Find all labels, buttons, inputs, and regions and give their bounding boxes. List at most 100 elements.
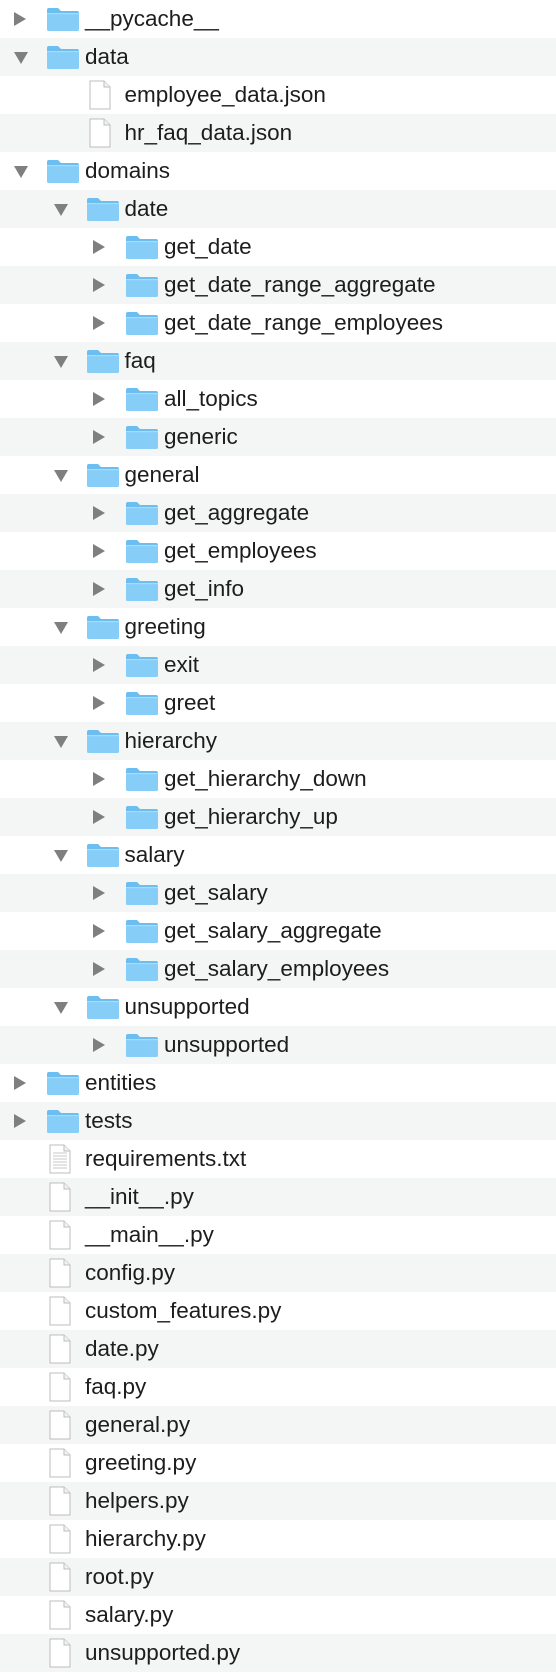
disclosure-triangle-expanded-icon[interactable] bbox=[53, 470, 68, 482]
folder-icon bbox=[125, 500, 159, 526]
disclosure-triangle-collapsed-icon[interactable] bbox=[14, 12, 26, 26]
folder-row-generic[interactable]: generic bbox=[0, 418, 556, 456]
file-row-employee-data-json[interactable]: employee_data.json bbox=[0, 76, 556, 114]
folder-row-hierarchy[interactable]: hierarchy bbox=[0, 722, 556, 760]
disclosure-triangle-collapsed-icon[interactable] bbox=[93, 430, 105, 444]
disclosure-triangle-collapsed-icon[interactable] bbox=[93, 1038, 105, 1052]
folder-row-all-topics[interactable]: all_topics bbox=[0, 380, 556, 418]
item-label: greet bbox=[164, 690, 216, 715]
disclosure-triangle-expanded-icon[interactable] bbox=[53, 850, 68, 862]
folder-row-date[interactable]: date bbox=[0, 190, 556, 228]
item-label: unsupported bbox=[164, 1032, 290, 1057]
file-row-config-py[interactable]: config.py bbox=[0, 1254, 556, 1292]
folder-icon bbox=[86, 614, 120, 640]
file-row-hierarchy-py[interactable]: hierarchy.py bbox=[0, 1520, 556, 1558]
folder-row-get-date-range-aggregate[interactable]: get_date_range_aggregate bbox=[0, 266, 556, 304]
folder-icon bbox=[125, 538, 159, 564]
file-row-root-py[interactable]: root.py bbox=[0, 1558, 556, 1596]
item-label: hierarchy bbox=[124, 728, 218, 753]
folder-row-get-salary-employees[interactable]: get_salary_employees bbox=[0, 950, 556, 988]
folder-row-get-date[interactable]: get_date bbox=[0, 228, 556, 266]
item-label: get_hierarchy_up bbox=[164, 804, 338, 829]
folder-icon bbox=[46, 158, 80, 184]
disclosure-triangle-collapsed-icon[interactable] bbox=[93, 316, 105, 330]
document-icon bbox=[42, 1410, 76, 1440]
file-row-salary-py[interactable]: salary.py bbox=[0, 1596, 556, 1634]
folder-row-get-employees[interactable]: get_employees bbox=[0, 532, 556, 570]
folder-row-tests[interactable]: tests bbox=[0, 1102, 556, 1140]
disclosure-triangle-expanded-icon[interactable] bbox=[53, 204, 68, 216]
disclosure-triangle-collapsed-icon[interactable] bbox=[93, 924, 105, 938]
document-icon bbox=[42, 1448, 76, 1478]
disclosure-triangle-collapsed-icon[interactable] bbox=[93, 886, 105, 900]
folder-row-unsupported[interactable]: unsupported bbox=[0, 988, 556, 1026]
file-row-custom-features-py[interactable]: custom_features.py bbox=[0, 1292, 556, 1330]
item-label: all_topics bbox=[164, 386, 258, 411]
document-icon bbox=[42, 1638, 76, 1668]
disclosure-triangle-collapsed-icon[interactable] bbox=[14, 1076, 26, 1090]
folder-row-greet[interactable]: greet bbox=[0, 684, 556, 722]
folder-row-domains[interactable]: domains bbox=[0, 152, 556, 190]
folder-row-get-date-range-employees[interactable]: get_date_range_employees bbox=[0, 304, 556, 342]
disclosure-triangle-expanded-icon[interactable] bbox=[53, 1002, 68, 1014]
folder-row-get-info[interactable]: get_info bbox=[0, 570, 556, 608]
item-label: tests bbox=[85, 1108, 133, 1133]
file-row-unsupported-py[interactable]: unsupported.py bbox=[0, 1634, 556, 1672]
item-label: get_salary_aggregate bbox=[164, 918, 382, 943]
file-row-main-py[interactable]: __main__.py bbox=[0, 1216, 556, 1254]
folder-row-get-hierarchy-down[interactable]: get_hierarchy_down bbox=[0, 760, 556, 798]
file-row-hr-faq-data-json[interactable]: hr_faq_data.json bbox=[0, 114, 556, 152]
file-row-greeting-py[interactable]: greeting.py bbox=[0, 1444, 556, 1482]
folder-icon bbox=[86, 842, 120, 868]
document-icon bbox=[42, 1296, 76, 1326]
folder-row-unsupported[interactable]: unsupported bbox=[0, 1026, 556, 1064]
item-label: __init__.py bbox=[85, 1184, 194, 1209]
file-row-date-py[interactable]: date.py bbox=[0, 1330, 556, 1368]
disclosure-triangle-collapsed-icon[interactable] bbox=[93, 544, 105, 558]
disclosure-triangle-expanded-icon[interactable] bbox=[53, 622, 68, 634]
folder-row-faq[interactable]: faq bbox=[0, 342, 556, 380]
folder-row-general[interactable]: general bbox=[0, 456, 556, 494]
disclosure-triangle-collapsed-icon[interactable] bbox=[93, 506, 105, 520]
disclosure-triangle-expanded-icon[interactable] bbox=[14, 166, 28, 178]
item-label: get_info bbox=[164, 576, 245, 601]
file-row-requirements-txt[interactable]: requirements.txt bbox=[0, 1140, 556, 1178]
folder-row-pycache[interactable]: __pycache__ bbox=[0, 0, 556, 38]
document-icon bbox=[42, 1524, 76, 1554]
disclosure-triangle-collapsed-icon[interactable] bbox=[93, 658, 105, 672]
disclosure-triangle-collapsed-icon[interactable] bbox=[93, 810, 105, 824]
folder-row-salary[interactable]: salary bbox=[0, 836, 556, 874]
folder-row-data[interactable]: data bbox=[0, 38, 556, 76]
folder-icon bbox=[46, 1070, 80, 1096]
item-label: get_aggregate bbox=[164, 500, 310, 525]
disclosure-triangle-expanded-icon[interactable] bbox=[53, 736, 68, 748]
folder-icon bbox=[125, 804, 159, 830]
disclosure-triangle-collapsed-icon[interactable] bbox=[93, 962, 105, 976]
item-label: requirements.txt bbox=[85, 1146, 247, 1171]
disclosure-triangle-collapsed-icon[interactable] bbox=[93, 772, 105, 786]
disclosure-triangle-collapsed-icon[interactable] bbox=[93, 392, 105, 406]
folder-row-entities[interactable]: entities bbox=[0, 1064, 556, 1102]
folder-row-get-hierarchy-up[interactable]: get_hierarchy_up bbox=[0, 798, 556, 836]
file-row-init-py[interactable]: __init__.py bbox=[0, 1178, 556, 1216]
item-label: domains bbox=[85, 158, 171, 183]
file-row-general-py[interactable]: general.py bbox=[0, 1406, 556, 1444]
item-label: unsupported.py bbox=[85, 1640, 241, 1665]
folder-icon bbox=[125, 576, 159, 602]
disclosure-triangle-expanded-icon[interactable] bbox=[53, 356, 68, 368]
folder-row-greeting[interactable]: greeting bbox=[0, 608, 556, 646]
file-row-helpers-py[interactable]: helpers.py bbox=[0, 1482, 556, 1520]
file-row-faq-py[interactable]: faq.py bbox=[0, 1368, 556, 1406]
disclosure-triangle-collapsed-icon[interactable] bbox=[93, 582, 105, 596]
folder-row-get-salary-aggregate[interactable]: get_salary_aggregate bbox=[0, 912, 556, 950]
disclosure-triangle-collapsed-icon[interactable] bbox=[93, 240, 105, 254]
disclosure-triangle-expanded-icon[interactable] bbox=[14, 52, 28, 64]
folder-row-get-salary[interactable]: get_salary bbox=[0, 874, 556, 912]
disclosure-triangle-collapsed-icon[interactable] bbox=[93, 696, 105, 710]
disclosure-triangle-collapsed-icon[interactable] bbox=[14, 1114, 26, 1128]
item-label: date.py bbox=[85, 1336, 159, 1361]
disclosure-triangle-collapsed-icon[interactable] bbox=[93, 278, 105, 292]
folder-row-get-aggregate[interactable]: get_aggregate bbox=[0, 494, 556, 532]
folder-row-exit[interactable]: exit bbox=[0, 646, 556, 684]
file-tree: __pycache__ data employee_data.json hr_f… bbox=[0, 0, 556, 1672]
